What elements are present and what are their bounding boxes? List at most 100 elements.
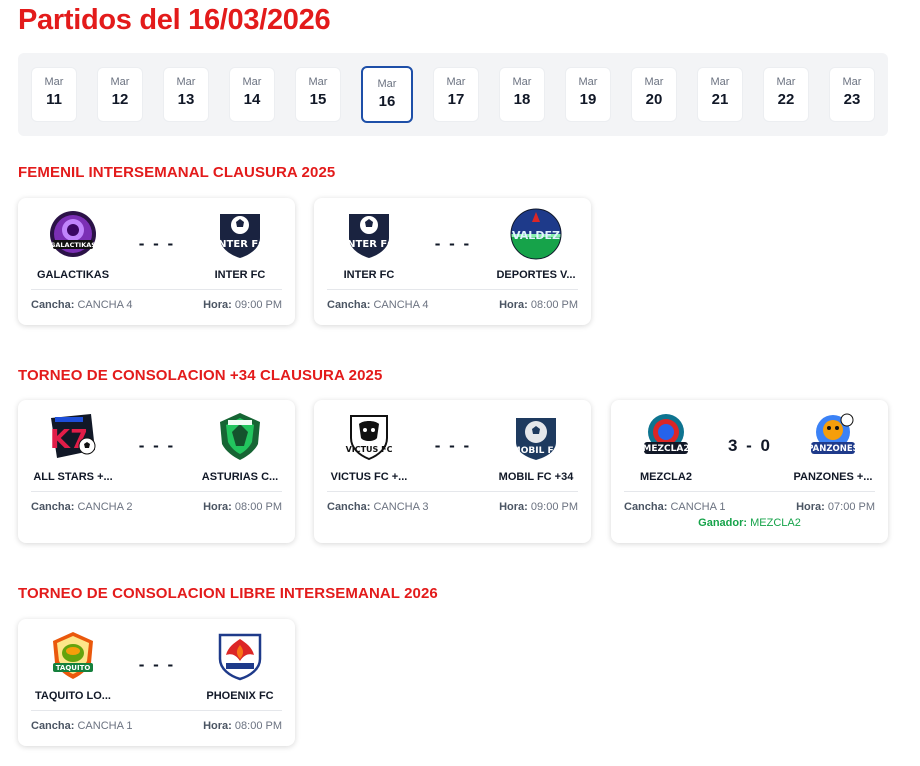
date-month: Mar [176,76,196,88]
divider [327,289,578,290]
date-selector: Mar 11 Mar 12 Mar 13 Mar 14 Mar 15 Mar 16 Mar 1… [18,53,888,136]
date-pill-22[interactable]: Mar 22 [763,67,809,122]
home-team-name: GALACTIKAS [36,269,110,281]
tournament-title: TORNEO DE CONSOLACION LIBRE INTERSEMANAL… [18,585,438,602]
court-value: CANCHA 1 [670,501,726,513]
svg-text:VICTUS FC: VICTUS FC [346,445,393,454]
date-pill-20[interactable]: Mar 20 [631,67,677,122]
time-label: Hora: [796,501,825,513]
time-value: 08:00 PM [530,299,578,311]
court-info: Cancha: CANCHA 4 [31,299,133,311]
date-day: 18 [513,91,531,108]
home-team-name: MEZCLA2 [640,471,692,483]
victus-fc-logo-icon: VICTUS FC [346,415,393,461]
date-pill-13[interactable]: Mar 13 [163,67,209,122]
home-team-name: ALL STARS +... [33,471,113,483]
away-team-name: ASTURIAS C... [201,471,279,483]
match-score: - - - [138,436,176,455]
inter-fc-logo-icon: INTER FC [214,214,266,258]
asturias-logo-icon [220,413,260,460]
match-card[interactable]: VICTUS FC - - - MOBIL FC VICTUS FC +... … [314,400,591,543]
date-pill-15[interactable]: Mar 15 [295,67,341,122]
date-pill-14[interactable]: Mar 14 [229,67,275,122]
svg-text:MEZCLA2: MEZCLA2 [642,444,689,454]
svg-text:MOBIL FC: MOBIL FC [512,446,561,456]
tournament-title: TORNEO DE CONSOLACION +34 CLAUSURA 2025 [18,367,383,384]
court-info: Cancha: CANCHA 3 [327,501,429,513]
time-info: Hora: 09:00 PM [203,299,282,311]
date-month: Mar [842,76,862,88]
court-value: CANCHA 4 [77,299,133,311]
taquito-logo-icon: TAQUITO [53,632,93,679]
phoenix-fc-logo-icon [218,633,262,681]
date-month: Mar [377,78,397,90]
divider [31,289,282,290]
time-value: 09:00 PM [234,299,282,311]
time-value: 08:00 PM [234,501,282,513]
svg-text:INTER FC: INTER FC [343,239,394,250]
court-info: Cancha: CANCHA 1 [31,720,133,732]
date-pill-23[interactable]: Mar 23 [829,67,875,122]
date-pill-18[interactable]: Mar 18 [499,67,545,122]
date-month: Mar [578,76,598,88]
deportes-valdez-logo-icon: VALDEZ [510,208,562,260]
time-info: Hora: 08:00 PM [203,501,282,513]
date-month: Mar [308,76,328,88]
time-value: 08:00 PM [234,720,282,732]
time-info: Hora: 07:00 PM [796,501,875,513]
time-label: Hora: [499,299,528,311]
date-pill-11[interactable]: Mar 11 [31,67,77,122]
date-day: 21 [711,91,729,108]
date-month: Mar [44,76,64,88]
svg-text:TAQUITO: TAQUITO [56,664,91,672]
date-pill-21[interactable]: Mar 21 [697,67,743,122]
date-pill-19[interactable]: Mar 19 [565,67,611,122]
time-value: 09:00 PM [530,501,578,513]
home-team-name: INTER FC [343,269,395,281]
time-value: 07:00 PM [827,501,875,513]
date-day: 15 [309,91,327,108]
away-team-name: MOBIL FC +34 [498,471,574,483]
court-value: CANCHA 2 [77,501,133,513]
date-pill-12[interactable]: Mar 12 [97,67,143,122]
svg-text:INTER FC: INTER FC [214,239,265,250]
date-month: Mar [242,76,262,88]
match-card[interactable]: GALACTIKAS - - - INTER FC GALACTIKAS INT… [18,198,295,325]
match-card[interactable]: TAQUITO - - - TAQUITO LO... PHOENIX FC C… [18,619,295,746]
date-day: 22 [777,91,795,108]
match-score: - - - [434,436,472,455]
court-label: Cancha: [31,720,75,732]
match-card[interactable]: K7 - - - ALL STARS +... ASTURIAS C... Ca… [18,400,295,543]
divider [327,491,578,492]
svg-text:GALACTIKAS: GALACTIKAS [50,241,96,249]
match-score: - - - [434,234,472,253]
inter-fc-logo-icon: INTER FC [343,214,395,258]
mobil-fc-logo-icon: MOBIL FC [512,418,561,460]
date-day: 13 [177,91,195,108]
divider [624,491,875,492]
page-title: Partidos del 16/03/2026 [18,4,331,36]
date-day: 16 [378,93,396,110]
time-info: Hora: 08:00 PM [203,720,282,732]
divider [31,710,282,711]
date-month: Mar [446,76,466,88]
time-info: Hora: 08:00 PM [499,299,578,311]
galactikas-logo-icon: GALACTIKAS [50,211,96,257]
winner-value: MEZCLA2 [750,517,801,529]
match-card[interactable]: INTER FC - - - VALDEZ INTER FC DEPORTES … [314,198,591,325]
court-label: Cancha: [327,299,371,311]
time-label: Hora: [203,299,232,311]
court-info: Cancha: CANCHA 4 [327,299,429,311]
away-team-name: DEPORTES V... [496,269,576,281]
winner-info: Ganador: MEZCLA2 [611,517,888,529]
svg-text:VALDEZ: VALDEZ [512,229,560,242]
match-score: - - - [138,234,176,253]
court-value: CANCHA 4 [373,299,429,311]
away-team-name: PANZONES +... [793,471,873,483]
court-info: Cancha: CANCHA 2 [31,501,133,513]
time-label: Hora: [499,501,528,513]
date-pill-17[interactable]: Mar 17 [433,67,479,122]
date-pill-16-selected[interactable]: Mar 16 [361,66,413,123]
match-card[interactable]: MEZCLA2 3 - 0 PANZONES MEZCLA2 PANZONES … [611,400,888,543]
away-team-name: PHOENIX FC [206,690,274,702]
